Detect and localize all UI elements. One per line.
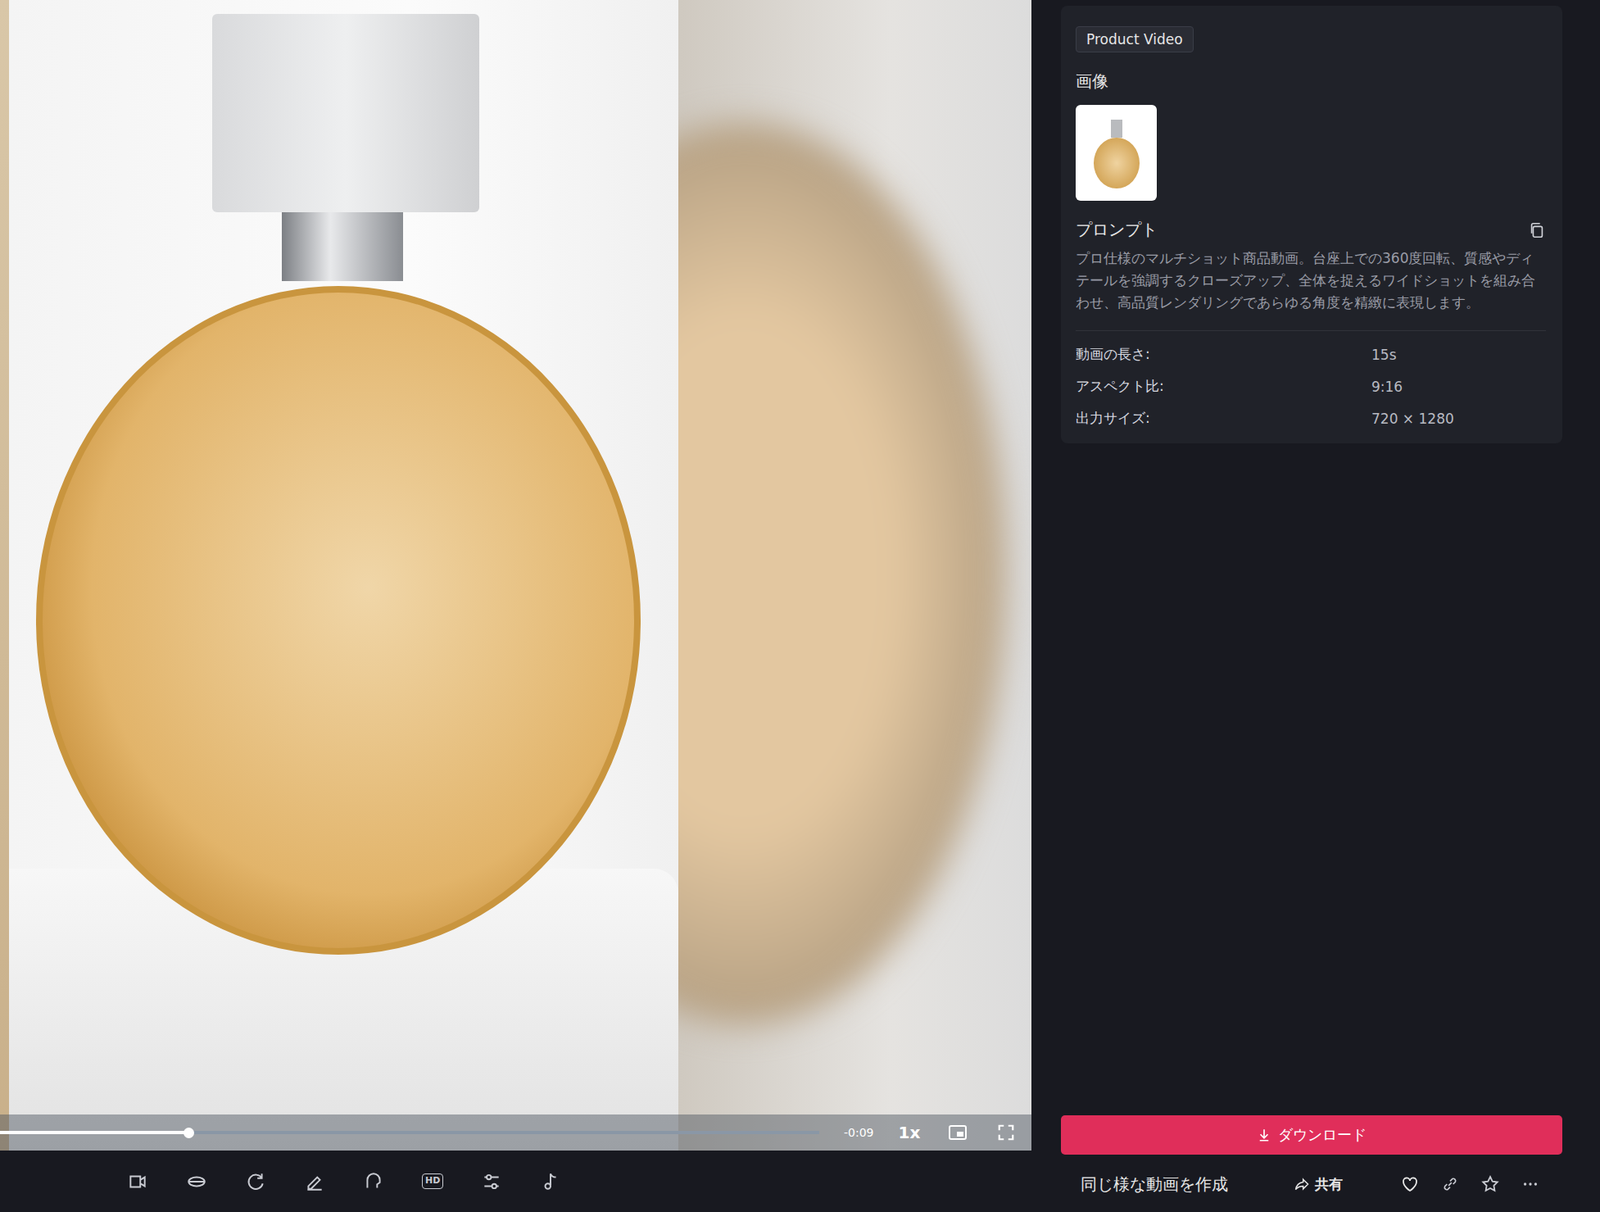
remaining-time: -0:09 [843,1125,875,1139]
image-label: 画像 [1075,70,1109,93]
spec-list: 動画の長さ:15s アスペクト比:9:16 出力サイズ:720 × 1280 [1075,344,1546,429]
type-tag: Product Video [1075,26,1194,53]
divider [1075,330,1546,331]
frame-edge [0,0,10,1151]
thumbnail-bottle [1093,137,1140,189]
more-icon[interactable] [1521,1174,1540,1193]
music-note-icon[interactable] [539,1170,562,1193]
prompt-header: プロンプト [1075,218,1546,241]
video-frame [0,0,1032,1151]
spec-value: 15s [1371,346,1397,363]
prompt-text: プロ仕様のマルチショット商品動画。台座上での360度回転、質感やディテールを強調… [1075,247,1546,314]
source-image-thumbnail[interactable] [1075,104,1157,201]
progress-fill [0,1130,189,1134]
spec-label: 動画の長さ: [1075,344,1372,364]
heart-icon[interactable] [1400,1173,1420,1194]
share-button[interactable]: 共有 [1293,1174,1343,1194]
progress-thumb[interactable] [183,1127,195,1138]
spec-label: 出力サイズ: [1075,408,1372,428]
edit-toolbar: HD [0,1150,1032,1212]
spec-label: アスペクト比: [1075,376,1372,396]
share-icon [1293,1175,1310,1193]
progress-track[interactable] [0,1130,820,1134]
voice-icon[interactable] [362,1170,385,1193]
details-panel: Product Video 画像プロンプトプロ仕様のマルチショット商品動画。台座上… [1031,0,1600,1212]
edit-pencil-icon[interactable] [303,1170,326,1193]
download-icon [1256,1127,1272,1143]
regenerate-icon[interactable] [244,1170,267,1193]
prompt-label: プロンプト [1075,218,1158,241]
player-column: -0:09 1x HD [0,0,1032,1212]
fullscreen-icon[interactable] [997,1123,1016,1142]
pip-icon[interactable] [947,1122,968,1143]
blurred-bottle [678,122,1007,1025]
link-icon[interactable] [1441,1174,1460,1193]
bottle-neck [281,212,404,282]
app-window: -0:09 1x HD Product Video 画像プロンプトプロ仕様のマルチショッ… [0,0,1600,1212]
video-player[interactable]: -0:09 1x [0,0,1032,1151]
spec-value: 9:16 [1371,378,1403,395]
star-icon[interactable] [1480,1173,1501,1194]
download-button[interactable]: ダウンロード [1060,1115,1563,1155]
product-scene [9,0,679,1151]
player-controls: -0:09 1x [0,1114,1032,1151]
spec-row: 動画の長さ:15s [1075,344,1546,365]
spec-row: アスペクト比:9:16 [1075,376,1546,397]
spec-value: 720 × 1280 [1371,410,1455,427]
create-similar-button[interactable]: 同じ様な動画を作成 [1080,1173,1229,1196]
bottle-body [36,285,641,955]
details-card: Product Video 画像プロンプトプロ仕様のマルチショット商品動画。台座上… [1060,5,1563,444]
lip-sync-icon[interactable] [185,1170,208,1193]
extend-video-icon[interactable] [126,1170,149,1193]
hd-upscale-button[interactable]: HD [421,1173,444,1188]
thumbnail-cap [1110,119,1123,138]
adjust-sliders-icon[interactable] [480,1170,503,1193]
action-row: 同じ様な動画を作成 共有 [1060,1165,1563,1202]
spec-row: 出力サイズ:720 × 1280 [1075,407,1546,429]
speed-button[interactable]: 1x [898,1122,921,1143]
copy-icon[interactable] [1527,221,1546,240]
blurred-scene [678,0,1032,1151]
bottle-cap [212,13,480,213]
